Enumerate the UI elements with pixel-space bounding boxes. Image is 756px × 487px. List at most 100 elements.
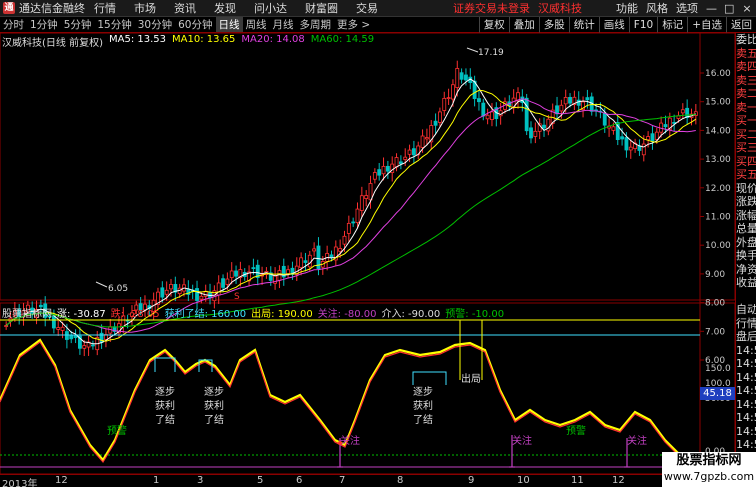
stock-title-label: 汉威科技(日线 前复权): [2, 38, 103, 49]
candle-body: [407, 149, 412, 155]
side-panel-item[interactable]: 卖一: [736, 101, 756, 115]
side-panel-item[interactable]: 买五: [736, 168, 756, 182]
candle-body: [169, 284, 173, 290]
side-panel-item[interactable]: 盘后: [736, 330, 756, 344]
side-panel-item[interactable]: 买一: [736, 114, 756, 128]
close-button[interactable]: ×: [738, 2, 756, 15]
candle-body: [481, 102, 486, 117]
date-tick-label: 12: [612, 475, 625, 486]
signal-dot: [338, 441, 342, 445]
candle-body: [398, 161, 403, 165]
side-panel-item[interactable]: 14:5: [736, 411, 756, 425]
profit-box: [412, 371, 447, 385]
date-tick-label: 8: [397, 475, 404, 486]
kline-chart[interactable]: 16.00 15.00 14.00 13.00 12.00 11.00 10.00 9.00 8…: [0, 0, 735, 474]
price-tick-label: 8.00: [705, 299, 725, 309]
candle-body: [277, 270, 282, 281]
candle-body: [442, 97, 447, 111]
candle-body: [624, 137, 629, 151]
candle-body: [611, 126, 616, 131]
side-panel-item[interactable]: 行情: [736, 317, 756, 331]
side-panel-item[interactable]: 涨跌: [736, 195, 756, 209]
side-panel-item[interactable]: 自动: [736, 303, 756, 317]
candle-body: [342, 235, 347, 245]
candle-body: [394, 157, 399, 168]
candle-body: [438, 111, 442, 123]
side-panel-item[interactable]: 总量: [736, 222, 756, 236]
side-panel-item[interactable]: 换手: [736, 249, 756, 263]
ma60-label: MA60: 14.59: [310, 34, 375, 45]
side-panel-item[interactable]: [736, 290, 756, 304]
candle-body: [455, 68, 460, 88]
candle-body: [576, 99, 581, 106]
side-panel-item[interactable]: 卖三: [736, 74, 756, 88]
side-panel-item[interactable]: 外盘: [736, 236, 756, 250]
huoli-value: 获利了结: 160.00: [164, 309, 247, 320]
candle-body: [420, 135, 425, 148]
candle-body: [602, 112, 607, 126]
side-panel-item[interactable]: 收益: [736, 276, 756, 290]
side-panel-item[interactable]: 涨幅: [736, 209, 756, 223]
label-take-profit: 了结: [204, 413, 224, 426]
side-panel-item[interactable]: 净资: [736, 263, 756, 277]
label-warning: 预警: [566, 424, 586, 437]
side-panel-item[interactable]: 买三: [736, 141, 756, 155]
side-panel-item[interactable]: 买四: [736, 155, 756, 169]
side-panel-item[interactable]: 14:5: [736, 398, 756, 412]
candle-body: [372, 172, 377, 180]
candle-body: [164, 289, 169, 295]
label-take-profit: 了结: [413, 413, 433, 426]
side-panel-item[interactable]: 14:5: [736, 344, 756, 358]
side-panel-item[interactable]: 14:5: [736, 438, 756, 452]
date-axis: 2013年1213567891011121: [0, 474, 735, 487]
chuju-value: 出局: 190.00: [251, 309, 313, 320]
site-watermark: 股票指标网 www.7gpzb.com: [662, 452, 756, 487]
candle-body: [654, 131, 659, 140]
candle-body: [251, 267, 256, 270]
candle-body: [585, 97, 590, 101]
candle-body: [628, 146, 633, 151]
watermark-url: www.7gpzb.com: [663, 470, 755, 483]
quote-side-panel: 委比 卖五 卖四 卖三 卖二 卖一 买一 买二 买三 买四 买五 现价 涨跌 涨幅 总量 外盘 换手 净资 收益自动…: [735, 33, 756, 487]
side-panel-item[interactable]: 14:5: [736, 371, 756, 385]
candle-body: [559, 104, 564, 112]
side-panel-item[interactable]: 买二: [736, 128, 756, 142]
side-panel-item[interactable]: 14:5: [736, 357, 756, 371]
side-panel-item[interactable]: 卖四: [736, 60, 756, 74]
date-tick-label: 1: [153, 475, 160, 486]
date-tick-label: 5: [257, 475, 264, 486]
price-tick-label: 15.00: [705, 98, 731, 108]
candle-body: [329, 254, 334, 258]
label-take-profit: 逐步: [413, 386, 433, 398]
side-panel-item[interactable]: 卖五: [736, 47, 756, 61]
side-panel-item[interactable]: 委比: [736, 33, 756, 47]
date-tick-label: 10: [517, 475, 530, 486]
price-tick-label: 14.00: [705, 126, 731, 136]
side-panel-item[interactable]: 14:5: [736, 384, 756, 398]
main-chart-frame: [0, 32, 735, 301]
side-panel-item[interactable]: 卖二: [736, 87, 756, 101]
price-tick-label: 12.00: [705, 184, 731, 194]
main-chart-legend: 汉威科技(日线 前复权) MA5: 13.53 MA10: 13.65 MA20…: [2, 34, 380, 49]
die-value: 跌: -28.05: [110, 309, 160, 320]
side-panel-item[interactable]: 现价: [736, 182, 756, 196]
candle-body: [234, 270, 238, 277]
candle-body: [650, 133, 655, 142]
high-price-label: 17.19: [478, 48, 504, 58]
candle-body: [338, 248, 343, 252]
candle-body: [355, 208, 360, 224]
indicator-name[interactable]: 股票指标网: [2, 305, 52, 320]
watermark-title: 股票指标网: [676, 453, 742, 468]
jieru-value: 介入: -90.00: [381, 309, 441, 320]
side-panel-item[interactable]: 14:5: [736, 425, 756, 439]
candle-body: [359, 195, 364, 211]
candle-body: [160, 287, 165, 298]
candle-body: [299, 257, 304, 268]
candle-body: [82, 345, 87, 349]
exit-box: [459, 319, 483, 380]
candle-body: [424, 137, 429, 140]
candle-body: [529, 127, 533, 139]
candle-body: [490, 111, 494, 120]
date-tick-label: 2013年: [2, 479, 38, 487]
candle-body: [221, 278, 225, 288]
